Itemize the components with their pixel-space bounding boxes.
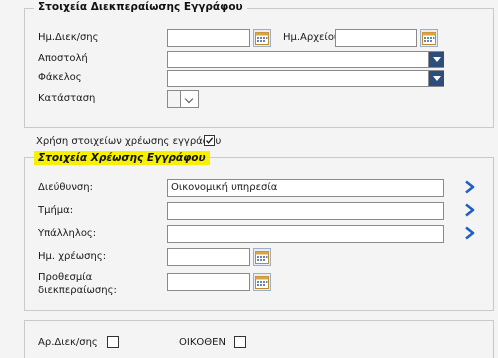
address-lookup-button[interactable] — [464, 180, 476, 194]
chevron-right-icon — [465, 180, 475, 194]
archive-date-input[interactable] — [335, 29, 417, 47]
archive-date-label: Ημ.Αρχείου — [283, 32, 340, 43]
folder-label: Φάκελος — [38, 72, 82, 83]
calendar-icon — [422, 32, 436, 45]
folder-dropdown-button[interactable] — [428, 71, 444, 86]
processing-date-input[interactable] — [167, 29, 250, 47]
processing-section — [24, 8, 494, 128]
department-input[interactable] — [167, 202, 444, 220]
chevron-right-icon — [465, 203, 475, 217]
ex-officio-checkbox[interactable] — [234, 336, 246, 348]
charge-date-label: Ημ. χρέωσης: — [38, 251, 107, 262]
status-label: Κατάσταση — [38, 93, 96, 104]
status-dropdown-button[interactable] — [180, 90, 199, 108]
processing-no-label: Αρ.Διεκ/σης — [38, 337, 98, 348]
chevron-right-icon — [465, 226, 475, 240]
ex-officio-label: ΟΙΚΟΘΕΝ — [179, 337, 226, 348]
department-label: Τμήμα: — [38, 205, 74, 216]
processing-no-checkbox[interactable] — [107, 336, 119, 348]
folder-select[interactable] — [167, 70, 444, 87]
employee-lookup-button[interactable] — [464, 226, 476, 240]
processing-date-calendar-button[interactable] — [253, 29, 271, 47]
status-select[interactable] — [167, 90, 181, 108]
dispatch-dropdown-button[interactable] — [428, 52, 444, 67]
checkbox-checked-icon — [205, 137, 214, 144]
deadline-label-line1: Προθεσμία — [38, 272, 93, 283]
charge-toggle-checkbox[interactable] — [204, 135, 215, 146]
employee-input[interactable] — [167, 225, 444, 243]
dispatch-select[interactable] — [167, 51, 444, 68]
charge-date-input[interactable] — [167, 248, 250, 266]
deadline-calendar-button[interactable] — [253, 273, 271, 291]
calendar-icon — [255, 32, 269, 45]
deadline-label-line2: διεκπεραίωσης: — [38, 285, 117, 296]
processing-date-label: Ημ.Διεκ/σης — [38, 32, 99, 43]
charge-section-title: Στοιχεία Χρέωσης Εγγράφου — [34, 151, 210, 165]
archive-date-calendar-button[interactable] — [420, 29, 438, 47]
dispatch-label: Αποστολή — [38, 53, 88, 64]
department-lookup-button[interactable] — [464, 203, 476, 217]
charge-toggle-label: Χρήση στοιχείων χρέωσης εγγράφου — [36, 136, 222, 147]
calendar-icon — [255, 251, 269, 264]
employee-label: Υπάλληλος: — [38, 228, 97, 239]
processing-section-title: Στοιχεία Διεκπεραίωσης Εγγράφου — [34, 1, 247, 13]
deadline-input[interactable] — [167, 273, 250, 291]
address-input[interactable]: Οικονομική υπηρεσία — [167, 179, 444, 197]
calendar-icon — [255, 276, 269, 289]
address-label: Διεύθυνση: — [38, 182, 93, 193]
charge-date-calendar-button[interactable] — [253, 248, 271, 266]
